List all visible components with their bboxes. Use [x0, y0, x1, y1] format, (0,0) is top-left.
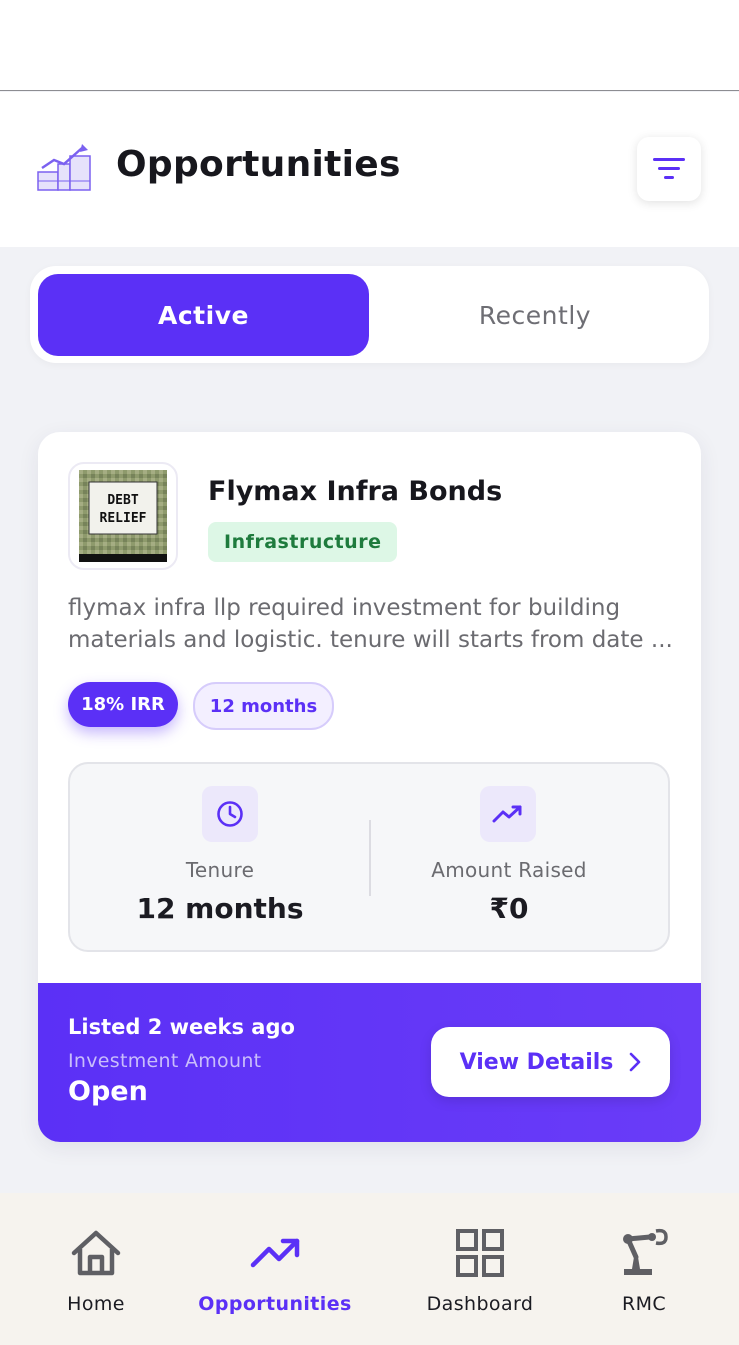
tenure-label: Tenure: [185, 858, 255, 882]
opportunity-title: Flymax Infra Bonds: [208, 476, 503, 507]
view-details-button[interactable]: View Details: [431, 1027, 670, 1097]
status-bar: [0, 0, 739, 91]
irr-pill: 18% IRR: [68, 682, 178, 727]
filter-button[interactable]: [637, 137, 701, 201]
investment-amount-value: Open: [68, 1076, 148, 1107]
grid-icon: [456, 1229, 504, 1277]
listed-time: Listed 2 weeks ago: [68, 1015, 295, 1039]
card-footer: Listed 2 weeks ago Investment Amount Ope…: [38, 983, 701, 1142]
home-icon: [71, 1230, 121, 1276]
trending-up-icon: [250, 1238, 300, 1268]
growth-chart-logo-icon: [36, 142, 94, 194]
nav-item-rmc[interactable]: RMC: [594, 1193, 694, 1345]
opportunity-description: flymax infra llp required investment for…: [68, 595, 673, 653]
tenure-value: 12 months: [136, 892, 304, 925]
chevron-right-icon: [630, 1052, 641, 1072]
filter-icon: [653, 158, 685, 179]
page-title: Opportunities: [116, 144, 401, 185]
nav-item-home[interactable]: Home: [36, 1193, 156, 1345]
view-details-label: View Details: [459, 1049, 614, 1075]
amount-raised-stat: Amount Raised ₹0: [370, 764, 648, 954]
thumbnail-text-line1: DEBT: [107, 493, 138, 508]
investment-amount-label: Investment Amount: [68, 1050, 262, 1072]
amount-raised-label: Amount Raised: [431, 858, 587, 882]
nav-label-dashboard: Dashboard: [426, 1293, 534, 1315]
tenure-pill: 12 months: [193, 682, 334, 730]
thumbnail-text-line2: RELIEF: [100, 511, 147, 526]
clock-icon: [202, 786, 258, 842]
nav-label-rmc: RMC: [621, 1293, 667, 1315]
opportunity-thumbnail: DEBT RELIEF: [68, 462, 178, 570]
segment-tabs: Active Recently: [30, 266, 709, 363]
nav-label-opportunities: Opportunities: [198, 1293, 352, 1315]
stats-box: Tenure 12 months Amount Raised ₹0: [68, 762, 670, 952]
opportunity-card[interactable]: DEBT RELIEF Flymax Infra Bonds Infrastru…: [38, 432, 701, 1142]
category-badge: Infrastructure: [208, 522, 398, 562]
bottom-navigation: Home Opportunities Dashboard RMC: [0, 1193, 739, 1345]
trending-up-icon: [480, 786, 536, 842]
tenure-stat: Tenure 12 months: [70, 764, 370, 954]
nav-label-home: Home: [67, 1293, 125, 1315]
tab-recently[interactable]: Recently: [369, 274, 701, 356]
nav-item-dashboard[interactable]: Dashboard: [412, 1193, 548, 1345]
amount-raised-value: ₹0: [489, 892, 529, 925]
tab-active[interactable]: Active: [38, 274, 369, 356]
robot-arm-icon: [623, 1228, 668, 1275]
page-header: Opportunities: [0, 92, 739, 247]
nav-item-opportunities[interactable]: Opportunities: [195, 1193, 355, 1345]
